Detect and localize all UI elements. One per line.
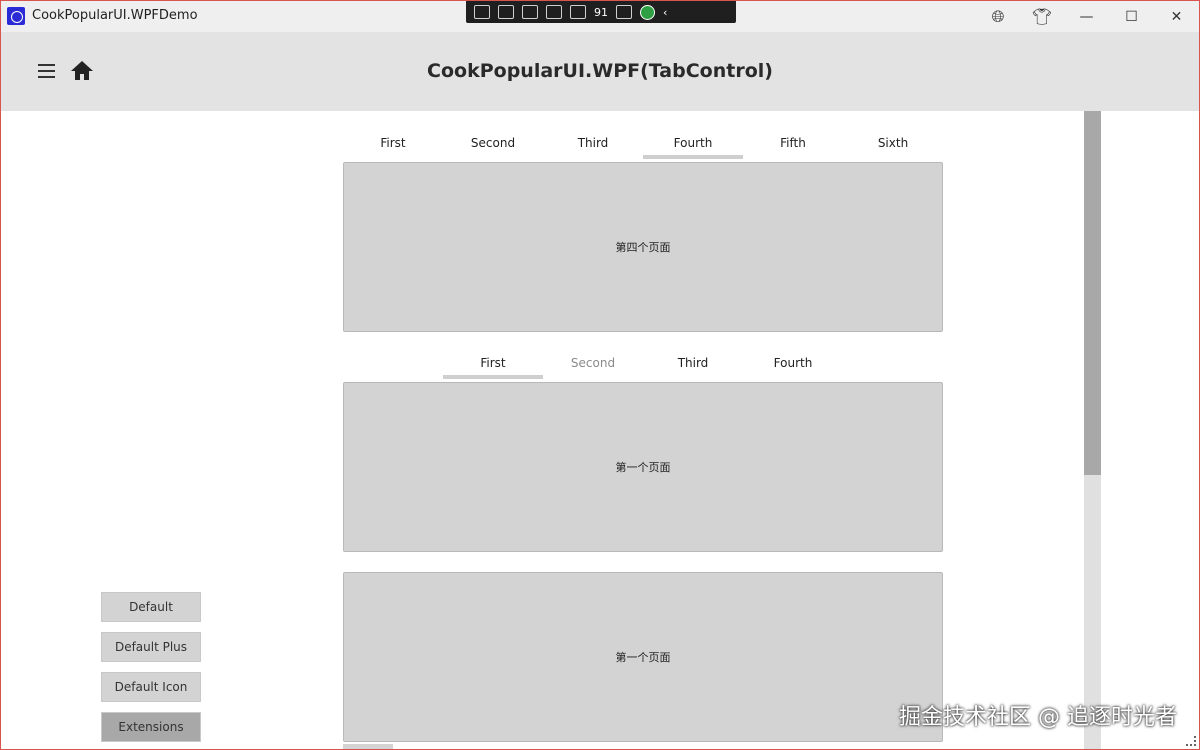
tab2-second: Second: [570, 356, 616, 370]
tab1-sixth[interactable]: Sixth: [843, 129, 943, 157]
default-button[interactable]: Default: [101, 592, 201, 622]
tab1-content-panel: 第四个页面: [343, 162, 943, 332]
scrollbar-thumb[interactable]: [1084, 111, 1101, 475]
default-icon-button[interactable]: Default Icon: [101, 672, 201, 702]
title-actions: 🌐︎ 👕︎ — ☐ ✕: [976, 1, 1199, 32]
accessibility-icon[interactable]: [616, 5, 632, 19]
watermark: 掘金技术社区 @ 追逐时光者: [899, 705, 1177, 730]
tab2-fourth[interactable]: Fourth: [743, 349, 843, 377]
window-title: CookPopularUI.WPFDemo: [32, 8, 198, 23]
close-button[interactable]: ✕: [1154, 1, 1199, 32]
right-gutter: [1101, 111, 1199, 749]
default-plus-button[interactable]: Default Plus: [101, 632, 201, 662]
debug-counter: 91: [594, 5, 608, 19]
app-header: CookPopularUI.WPF(TabControl): [1, 32, 1199, 111]
check-ok-icon[interactable]: [640, 4, 655, 20]
tab1-third[interactable]: Third: [543, 129, 643, 157]
app-logo-icon: [7, 7, 25, 25]
record-icon[interactable]: [498, 5, 514, 19]
minimize-button[interactable]: —: [1064, 1, 1109, 32]
tab3-tab-stub[interactable]: [343, 744, 393, 749]
extensions-button[interactable]: Extensions: [101, 712, 201, 742]
title-bar[interactable]: CookPopularUI.WPFDemo 91 ‹ 🌐︎ 👕︎ — ☐ ✕: [1, 1, 1199, 32]
content-area: First Second Third Fourth Fifth Sixth 第四…: [1, 111, 1199, 749]
tab1-first[interactable]: First: [343, 129, 443, 157]
collapse-chevron-icon[interactable]: ‹: [663, 6, 667, 19]
track-focus-icon[interactable]: [570, 5, 586, 19]
cursor-select-icon[interactable]: [522, 5, 538, 19]
tab2-first[interactable]: First: [443, 349, 543, 379]
vertical-scrollbar[interactable]: [1084, 111, 1101, 749]
layout-adorner-icon[interactable]: [546, 5, 562, 19]
debug-toolbar: 91 ‹: [466, 1, 736, 23]
tab3-content-panel: 第一个页面: [343, 572, 943, 742]
side-button-group: Default Default Plus Default Icon Extens…: [101, 592, 201, 749]
globe-icon[interactable]: 🌐︎: [976, 1, 1020, 32]
app-window: CookPopularUI.WPFDemo 91 ‹ 🌐︎ 👕︎ — ☐ ✕ C…: [0, 0, 1200, 750]
tab-strip-1: First Second Third Fourth Fifth Sixth: [343, 129, 943, 159]
tab1-second[interactable]: Second: [443, 129, 543, 157]
maximize-button[interactable]: ☐: [1109, 1, 1154, 32]
tab2-third[interactable]: Third: [643, 349, 743, 377]
select-element-icon[interactable]: [474, 5, 490, 19]
tab2-content-panel: 第一个页面: [343, 382, 943, 552]
tab1-fourth[interactable]: Fourth: [643, 129, 743, 159]
resize-grip-icon[interactable]: [1186, 736, 1196, 746]
tshirt-icon[interactable]: 👕︎: [1020, 1, 1064, 32]
tab-strip-2: First Second Third Fourth: [443, 349, 843, 379]
page-title: CookPopularUI.WPF(TabControl): [427, 60, 773, 82]
tab1-fifth[interactable]: Fifth: [743, 129, 843, 157]
